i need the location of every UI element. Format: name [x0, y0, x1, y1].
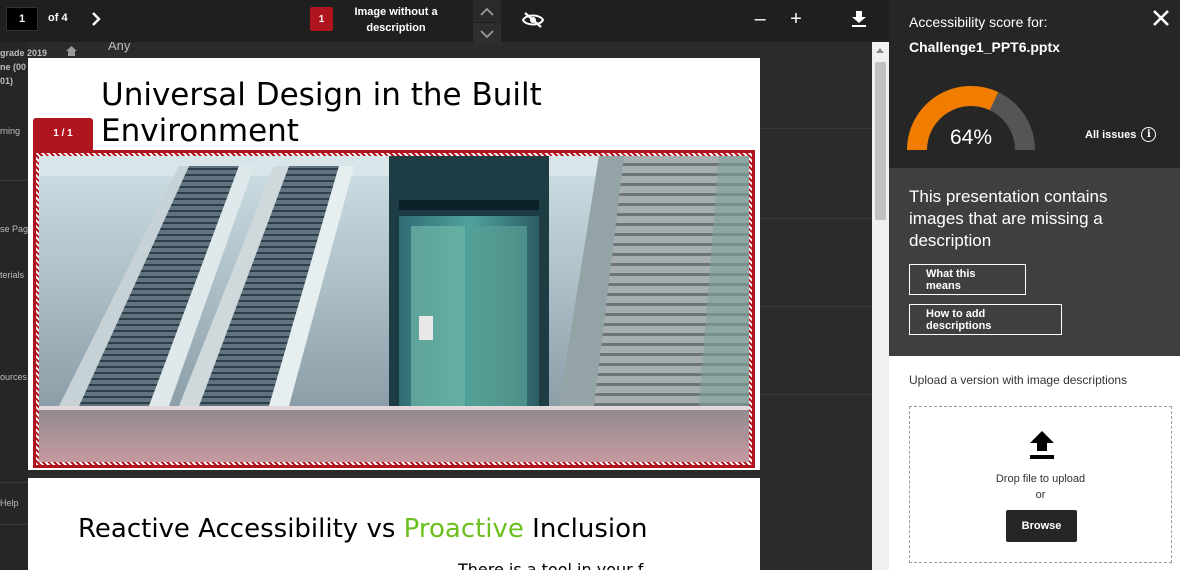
divider [0, 482, 28, 483]
issue-message: This presentation contains images that a… [909, 187, 1108, 250]
file-name: Challenge1_PPT6.pptx [909, 39, 1060, 55]
issue-tag[interactable]: 1 / 1 [33, 118, 93, 150]
divider [760, 128, 872, 129]
chevron-up-icon [480, 7, 494, 16]
issue-count-badge: 1 [310, 7, 333, 31]
drop-text: Drop file to upload or [910, 471, 1171, 503]
background-text: Help [0, 498, 19, 508]
hide-highlights-button[interactable] [520, 8, 546, 32]
scrollbar-thumb[interactable] [875, 62, 886, 220]
divider [760, 394, 872, 395]
next-page-button[interactable] [86, 8, 106, 30]
background-text: ources [0, 372, 28, 382]
all-issues-label: All issues [1085, 128, 1137, 141]
slide-2-title: Reactive Accessibility vs Proactive Incl… [78, 514, 648, 544]
background-text: grade 2019 [0, 48, 48, 58]
home-icon [66, 46, 77, 56]
background-text: ne (00 [0, 62, 27, 72]
or-label: or [1035, 489, 1046, 501]
zoom-out-button[interactable]: – [750, 8, 770, 30]
score-value: 64% [949, 126, 993, 149]
divider [760, 218, 872, 219]
escalator-photo [39, 156, 749, 462]
file-dropzone[interactable]: Drop file to upload or Browse [909, 406, 1172, 563]
zoom-in-button[interactable]: + [786, 8, 806, 30]
close-icon [1153, 10, 1169, 26]
download-icon [852, 11, 866, 27]
scroll-up-arrow-icon[interactable] [876, 48, 884, 53]
document-toolbar: 1 of 4 1 Image without a description – + [0, 0, 889, 45]
slide-1: Universal Design in the Built Environmen… [28, 58, 760, 470]
background-text: se Pag [0, 224, 29, 234]
slide-2-body: There is a tool in your f [458, 560, 644, 570]
chevron-right-icon [92, 12, 101, 26]
slide-1-title: Universal Design in the Built Environmen… [101, 77, 542, 149]
how-to-add-descriptions-button[interactable]: How to add descriptions [909, 304, 1062, 335]
what-this-means-button[interactable]: What this means [909, 264, 1026, 295]
previous-issue-button[interactable] [473, 0, 501, 22]
background-sidebar [0, 42, 28, 570]
page-count: of 4 [48, 12, 68, 24]
current-page-input[interactable]: 1 [6, 7, 38, 31]
divider [760, 306, 872, 307]
next-issue-button[interactable] [473, 23, 501, 45]
info-icon: i [1141, 127, 1157, 142]
chevron-down-icon [480, 29, 494, 38]
divider [0, 524, 28, 525]
browse-button[interactable]: Browse [1006, 510, 1077, 542]
flagged-image-frame[interactable] [33, 150, 755, 468]
upload-icon [1030, 431, 1054, 459]
background-text: 01) [0, 76, 14, 86]
slide-2-title-part: Reactive Accessibility vs [78, 514, 404, 544]
background-text: terials [0, 270, 25, 280]
issue-label: Image without a description [354, 6, 438, 34]
accessibility-panel: Accessibility score for: Challenge1_PPT6… [889, 0, 1180, 570]
upload-label: Upload a version with image descriptions [909, 373, 1128, 387]
drop-file-label: Drop file to upload [995, 473, 1086, 485]
score-label: Accessibility score for: [909, 14, 1048, 30]
background-text: rning [0, 126, 21, 136]
slide-2-title-highlight: Proactive [403, 514, 524, 544]
divider [0, 180, 28, 181]
close-panel-button[interactable] [1149, 6, 1173, 30]
all-issues-link[interactable]: All issues i [1085, 127, 1157, 142]
slide-2: Reactive Accessibility vs Proactive Incl… [28, 478, 760, 570]
eye-off-icon [522, 12, 544, 28]
download-button[interactable] [848, 8, 870, 30]
slide-2-title-part: Inclusion [523, 514, 648, 544]
